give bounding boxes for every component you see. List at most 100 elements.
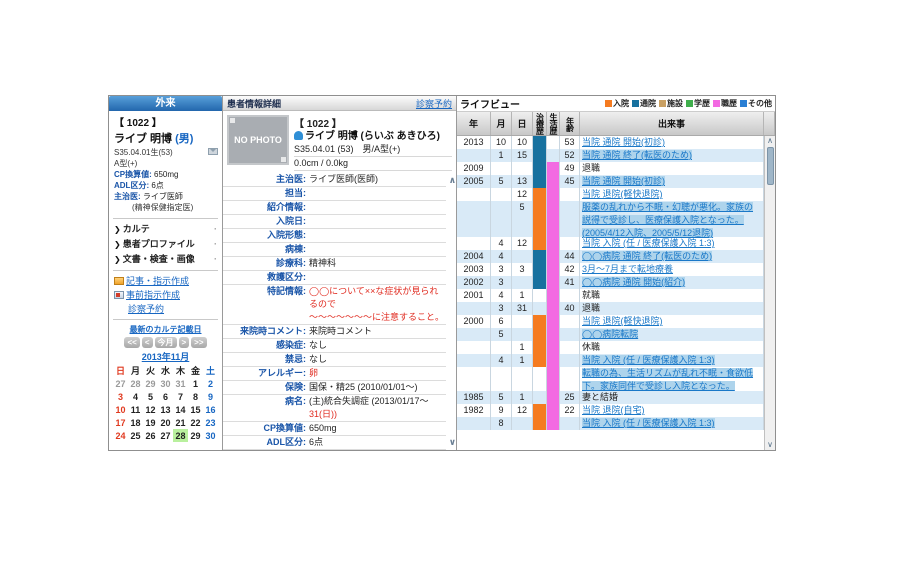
- cell-event: ◯◯病院 通院 開始(紹介): [580, 276, 764, 289]
- column-header: 出来事: [580, 112, 764, 135]
- sidebar-link-label: 診察予約: [128, 304, 164, 314]
- calendar-day[interactable]: 21: [173, 416, 188, 429]
- event-link[interactable]: ◯◯病院 通院 開始(紹介): [582, 277, 685, 287]
- cell-event: 就職: [580, 289, 764, 302]
- event-link[interactable]: 当院 入院 (任 / 医療保護入院 1:3): [582, 238, 715, 248]
- calendar-nav-button[interactable]: <<: [124, 337, 139, 348]
- cell-year: 2002: [457, 276, 491, 289]
- event-link[interactable]: 服薬の乱れから不眠・幻聴が悪化。家族の説得で受診し、医療保護入院となった。(20…: [582, 202, 753, 238]
- calendar-day[interactable]: 17: [113, 416, 128, 429]
- fields-scroll-up[interactable]: ∧: [449, 175, 456, 186]
- column-header-label: 日: [517, 117, 526, 130]
- event-link[interactable]: 当院 退院(軽快退院): [582, 189, 663, 199]
- outpatient-tab[interactable]: 外来: [109, 96, 222, 111]
- sidebar-menu-item[interactable]: ❯カルテ·: [114, 222, 217, 237]
- event-link[interactable]: 当院 退院(自宅): [582, 405, 645, 415]
- event-link[interactable]: 3月～7月まで転地療養: [582, 264, 673, 274]
- calendar-day[interactable]: 26: [143, 429, 158, 442]
- calendar-day[interactable]: 4: [128, 390, 143, 403]
- calendar-day[interactable]: 16: [203, 403, 218, 416]
- calendar-day[interactable]: 13: [158, 403, 173, 416]
- lifeview-table-header: 年月日治療歴生活歴年齢出来事: [457, 112, 775, 136]
- legend-label: その他: [748, 98, 772, 109]
- calendar-day[interactable]: 9: [203, 390, 218, 403]
- sidebar-menu-item[interactable]: ❯文書・検査・画像·: [114, 252, 217, 267]
- calendar-day[interactable]: 23: [203, 416, 218, 429]
- sidebar: 外来 【 1022 】 ライブ 明博 (男) S35.04.01生(53) A型…: [109, 96, 223, 450]
- calendar-day[interactable]: 18: [128, 416, 143, 429]
- event-link[interactable]: 当院 入院 (任 / 医療保護入院 1:3): [582, 355, 715, 365]
- calendar-day[interactable]: 29: [188, 429, 203, 442]
- event-link[interactable]: 当院 通院 終了(転医のため): [582, 150, 692, 160]
- field-label: 紹介情報:: [223, 201, 309, 214]
- calendar-day[interactable]: 28: [128, 377, 143, 390]
- cell-event: 当院 退院(軽快退院): [580, 188, 764, 201]
- lifeview-scrollbar[interactable]: ∧ ∨: [764, 136, 775, 450]
- cell-event: 当院 通院 開始(初診): [580, 175, 764, 188]
- life-bar: [547, 404, 559, 417]
- event-link[interactable]: 当院 退院(軽快退院): [582, 316, 663, 326]
- calendar-nav-button[interactable]: >: [179, 337, 190, 348]
- calendar-day[interactable]: 14: [173, 403, 188, 416]
- event-link[interactable]: ◯◯病院転院: [582, 329, 638, 339]
- field-label: 救護区分:: [223, 271, 309, 284]
- field-value: ライブ医師(医師): [309, 173, 446, 186]
- calendar-day[interactable]: 27: [113, 377, 128, 390]
- scroll-down-arrow[interactable]: ∨: [767, 440, 773, 450]
- sidebar-link[interactable]: 事前指示作成: [114, 288, 217, 302]
- card-body-measure: 0.0cm / 0.0kg: [294, 157, 452, 171]
- event-link[interactable]: 転職の為、生活リズムが乱れ不眠・食欲低下。家族同伴で受診し入院となった。: [582, 368, 753, 391]
- field-row: 主治医:ライブ医師(医師): [223, 173, 446, 187]
- calendar-day[interactable]: 10: [113, 403, 128, 416]
- calendar-day[interactable]: 31: [173, 377, 188, 390]
- cell-day: 12: [512, 237, 533, 250]
- calendar-day[interactable]: 12: [143, 403, 158, 416]
- scroll-up-arrow[interactable]: ∧: [767, 136, 773, 146]
- cell-life-bar: [547, 315, 560, 328]
- sidebar-link[interactable]: 診察予約: [114, 302, 217, 316]
- calendar-day[interactable]: 20: [158, 416, 173, 429]
- scroll-thumb[interactable]: [767, 147, 774, 185]
- cell-year: 2009: [457, 162, 491, 175]
- calendar-month-link[interactable]: 2013年11月: [112, 350, 219, 363]
- calendar-day[interactable]: 27: [158, 429, 173, 442]
- event-link[interactable]: 当院 入院 (任 / 医療保護入院 1:3): [582, 418, 715, 428]
- event-link[interactable]: 当院 通院 開始(初診): [582, 137, 665, 147]
- calendar-day[interactable]: 2: [203, 377, 218, 390]
- calendar-day[interactable]: 3: [113, 390, 128, 403]
- mail-icon[interactable]: [208, 148, 218, 155]
- lifeview-title: ライフビュー: [460, 96, 520, 111]
- appointment-link[interactable]: 診察予約: [416, 97, 452, 110]
- cell-treatment-bar: [533, 250, 547, 263]
- calendar-day[interactable]: 7: [173, 390, 188, 403]
- calendar-day[interactable]: 30: [158, 377, 173, 390]
- calendar-day[interactable]: 24: [113, 429, 128, 442]
- calendar-day[interactable]: 5: [143, 390, 158, 403]
- sidebar-link[interactable]: 記事・指示作成: [114, 274, 217, 288]
- calendar-day[interactable]: 29: [143, 377, 158, 390]
- table-row: 11552当院 通院 終了(転医のため): [457, 149, 764, 162]
- sidebar-menu-item[interactable]: ❯患者プロファイル·: [114, 237, 217, 252]
- calendar-day[interactable]: 8: [188, 390, 203, 403]
- calendar-day[interactable]: 15: [188, 403, 203, 416]
- calendar-day[interactable]: 22: [188, 416, 203, 429]
- cell-year: 2013: [457, 136, 491, 149]
- event-link[interactable]: 当院 通院 開始(初診): [582, 176, 665, 186]
- calendar-day[interactable]: 28: [173, 429, 188, 442]
- doctor-label: 主治医:: [114, 192, 141, 201]
- fields-scroll-down[interactable]: ∨: [449, 437, 456, 448]
- calendar-day[interactable]: 30: [203, 429, 218, 442]
- calendar-nav-button[interactable]: 今月: [155, 337, 177, 348]
- calendar-day[interactable]: 19: [143, 416, 158, 429]
- calendar-nav-button[interactable]: <: [142, 337, 153, 348]
- latest-chart-date-link[interactable]: 最新のカルテ記載日: [112, 324, 219, 335]
- calendar-nav-button[interactable]: >>: [191, 337, 206, 348]
- calendar-day[interactable]: 11: [128, 403, 143, 416]
- cell-event: 休職: [580, 341, 764, 354]
- event-link[interactable]: ◯◯病院 通院 終了(転医のため): [582, 251, 712, 261]
- calendar-day[interactable]: 1: [188, 377, 203, 390]
- calendar-day[interactable]: 6: [158, 390, 173, 403]
- table-row: 8当院 入院 (任 / 医療保護入院 1:3): [457, 417, 764, 430]
- calendar-day[interactable]: 25: [128, 429, 143, 442]
- cell-treatment-bar: [533, 404, 547, 417]
